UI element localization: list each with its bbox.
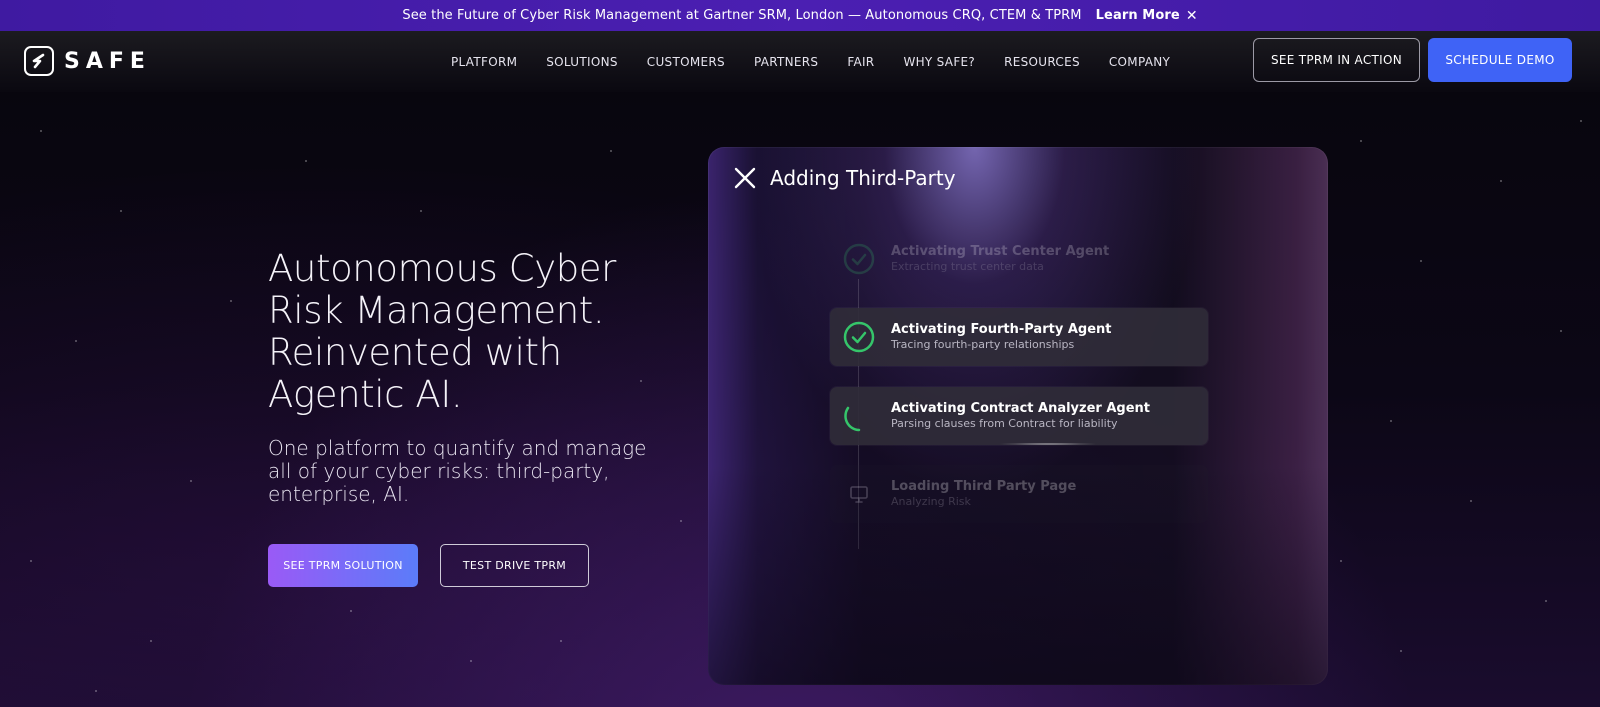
step-subtitle: Extracting trust center data: [891, 260, 1044, 273]
safe-logo[interactable]: SAFE: [24, 45, 151, 77]
nav-item-platform[interactable]: PLATFORM: [451, 55, 517, 69]
test-drive-tprm-button[interactable]: TEST DRIVE TPRM: [440, 544, 589, 587]
hero-subtitle: One platform to quantify and manage all …: [268, 436, 647, 506]
see-tprm-solution-button[interactable]: SEE TPRM SOLUTION: [268, 544, 418, 587]
spinner-icon: [842, 399, 876, 433]
step-title: Loading Third Party Page: [891, 479, 1077, 494]
schedule-demo-button[interactable]: SCHEDULE DEMO: [1428, 38, 1572, 82]
check-circle-icon: [842, 242, 876, 276]
step-subtitle: Tracing fourth-party relationships: [891, 338, 1075, 351]
nav-item-resources[interactable]: RESOURCES: [1004, 55, 1080, 69]
banner-text: See the Future of Cyber Risk Management …: [402, 8, 1082, 23]
site-header: SAFE PLATFORM SOLUTIONS CUSTOMERS PARTNE…: [0, 31, 1600, 92]
step-title: Activating Fourth-Party Agent: [891, 322, 1112, 337]
step-title: Activating Contract Analyzer Agent: [891, 401, 1151, 416]
logo-wordmark: SAFE: [64, 48, 151, 74]
nav-item-company[interactable]: COMPANY: [1109, 55, 1170, 69]
announcement-banner: See the Future of Cyber Risk Management …: [0, 0, 1600, 31]
agent-step: Loading Third Party Page Analyzing Risk: [830, 465, 1208, 523]
step-title: Activating Trust Center Agent: [891, 244, 1110, 259]
monitor-icon: [842, 477, 876, 511]
close-icon[interactable]: ✕: [1186, 8, 1198, 24]
adding-third-party-panel: Adding Third-Party Activating Trust Cent…: [708, 147, 1328, 685]
nav-item-customers[interactable]: CUSTOMERS: [647, 55, 725, 69]
step-subtitle: Analyzing Risk: [891, 495, 971, 508]
close-icon[interactable]: [732, 165, 758, 191]
panel-title: Adding Third-Party: [770, 166, 956, 190]
progress-glow: [998, 443, 1098, 445]
see-tprm-in-action-button[interactable]: SEE TPRM IN ACTION: [1253, 38, 1420, 82]
agent-step: Activating Fourth-Party Agent Tracing fo…: [830, 308, 1208, 366]
main-nav: PLATFORM SOLUTIONS CUSTOMERS PARTNERS FA…: [451, 31, 1199, 92]
nav-item-fair[interactable]: FAIR: [847, 55, 874, 69]
banner-learn-more-link[interactable]: Learn More: [1096, 8, 1180, 23]
nav-item-partners[interactable]: PARTNERS: [754, 55, 818, 69]
hero-title: Autonomous Cyber Risk Management. Reinve…: [268, 247, 616, 416]
agent-step: Activating Trust Center Agent Extracting…: [830, 230, 1208, 288]
step-subtitle: Parsing clauses from Contract for liabil…: [891, 417, 1118, 430]
nav-item-solutions[interactable]: SOLUTIONS: [546, 55, 618, 69]
page: See the Future of Cyber Risk Management …: [0, 0, 1600, 707]
panel-header: Adding Third-Party: [732, 165, 956, 191]
agent-step: Activating Contract Analyzer Agent Parsi…: [830, 387, 1208, 445]
safe-logo-icon: [24, 46, 54, 76]
check-circle-icon: [842, 320, 876, 354]
nav-item-why-safe[interactable]: WHY SAFE?: [903, 55, 975, 69]
